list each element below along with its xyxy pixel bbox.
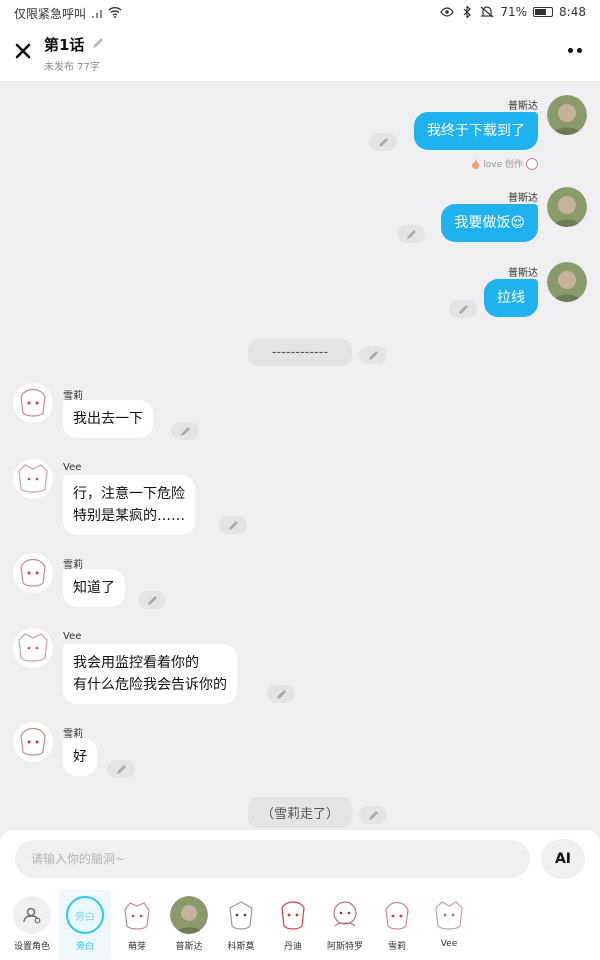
pencil-icon [368, 810, 378, 820]
pencil-icon [116, 764, 126, 774]
sender-name: Vee [63, 631, 82, 642]
edit-message-button[interactable] [449, 300, 477, 318]
eye-icon [440, 7, 455, 17]
avatar [378, 896, 416, 934]
avatar [274, 896, 312, 934]
message-bubble[interactable]: 我要做饭😌 [441, 204, 538, 242]
avatar [326, 896, 364, 934]
more-options-button[interactable] [568, 48, 586, 56]
avatar-pusida[interactable] [547, 187, 587, 227]
character-label: 雪莉 [387, 942, 406, 952]
edit-message-button[interactable] [359, 806, 387, 824]
avatar-xueli[interactable] [13, 553, 53, 593]
credit-text: love 创作 [483, 160, 523, 170]
edit-message-button[interactable] [397, 225, 425, 243]
pencil-icon [368, 350, 378, 360]
avatar [118, 896, 156, 934]
message-bubble[interactable]: 拉线 [484, 279, 538, 317]
character-label: Vee [440, 939, 458, 949]
avatar [430, 896, 468, 934]
edit-message-button[interactable] [171, 422, 199, 440]
message-bubble[interactable]: 我终于下载到了 [414, 112, 538, 150]
flame-icon [472, 158, 480, 169]
sender-name: 普斯达 [508, 193, 538, 204]
avatar-xueli[interactable] [13, 383, 53, 423]
avatar-vee[interactable] [13, 628, 53, 668]
character-dandi[interactable]: 丹迪 [267, 890, 319, 960]
composer-panel: AI 设置角色 旁白 旁白 萌芽 普斯达 科斯莫 丹迪 阿斯特罗 雪莉 Vee [0, 830, 600, 960]
edit-message-button[interactable] [219, 516, 247, 534]
no-signal-icon [91, 10, 102, 18]
character-mengya[interactable]: 萌芽 [111, 890, 163, 960]
character-label: 普斯达 [175, 942, 203, 952]
message-bubble[interactable]: 知道了 [63, 569, 125, 607]
sender-name: 普斯达 [508, 101, 538, 112]
mute-icon [480, 6, 494, 18]
page-subtitle: 未发布 77字 [44, 62, 100, 73]
edit-message-button[interactable] [138, 591, 166, 609]
avatar-pusida[interactable] [547, 95, 587, 135]
edit-message-button[interactable] [267, 685, 295, 703]
battery-icon [533, 7, 554, 17]
emergency-calls-text: 仅限紧急呼叫 [14, 7, 87, 21]
page-title: 第1话 [44, 36, 85, 54]
message-bubble[interactable]: 行，注意一下危险 特别是某疯的…… [63, 475, 195, 535]
edit-message-button[interactable] [107, 760, 135, 778]
character-label: 科斯莫 [227, 942, 255, 952]
edit-message-button[interactable] [359, 346, 387, 364]
narrator-avatar: 旁白 [66, 896, 104, 934]
pencil-icon [228, 520, 238, 530]
character-label: 萌芽 [127, 942, 146, 952]
character-pusida[interactable]: 普斯达 [163, 890, 215, 960]
avatar-vee[interactable] [13, 459, 53, 499]
character-xueli[interactable]: 雪莉 [371, 890, 423, 960]
message-line: 行，注意一下危险 [73, 486, 185, 502]
wifi-icon [108, 7, 122, 18]
character-narrator[interactable]: 旁白 旁白 [59, 890, 111, 960]
clock: 8:48 [559, 5, 586, 19]
avatar-pusida[interactable] [547, 262, 587, 302]
avatar [222, 896, 260, 934]
message-bubble[interactable]: 我会用监控看着你的 有什么危险我会告诉你的 [63, 644, 237, 704]
pencil-icon [180, 426, 190, 436]
message-line: 特别是某疯的…… [73, 508, 185, 524]
close-icon[interactable] [12, 40, 34, 62]
status-bar: 仅限紧急呼叫 71% 8:48 [0, 0, 600, 26]
message-line: 我会用监控看着你的 [73, 655, 199, 671]
pencil-icon [406, 229, 416, 239]
message-bubble[interactable]: 好 [63, 738, 97, 776]
chat-area: 普斯达 我终于下载到了 love 创作 普斯达 我要做饭😌 普斯达 拉线 ---… [0, 82, 600, 830]
avatar [170, 896, 208, 934]
ai-button[interactable]: AI [541, 839, 585, 879]
character-asiteluo[interactable]: 阿斯特罗 [319, 890, 371, 960]
character-label: 阿斯特罗 [326, 942, 363, 952]
character-kesimo[interactable]: 科斯莫 [215, 890, 267, 960]
header: 第1话 未发布 77字 [0, 26, 600, 82]
pencil-icon [378, 137, 388, 147]
pencil-icon [276, 689, 286, 699]
narration-bubble[interactable]: ------------ [248, 339, 352, 366]
edit-title-icon[interactable] [91, 36, 105, 50]
character-label: 丹迪 [283, 942, 302, 952]
pencil-icon [458, 304, 468, 314]
narration-bubble[interactable]: （雪莉走了） [248, 797, 352, 828]
message-bubble[interactable]: 我出去一下 [63, 400, 153, 438]
sender-name: Vee [63, 462, 82, 473]
creator-credit: love 创作 [471, 157, 538, 170]
story-input[interactable] [15, 840, 530, 878]
character-setup[interactable]: 设置角色 [6, 890, 58, 960]
avatar-xueli[interactable] [13, 722, 53, 762]
edit-message-button[interactable] [369, 133, 397, 151]
character-vee[interactable]: Vee [423, 890, 475, 960]
character-label: 旁白 [75, 942, 94, 952]
creator-avatar-icon [526, 157, 538, 170]
pencil-icon [147, 595, 157, 605]
character-label: 设置角色 [13, 942, 50, 952]
bluetooth-icon [463, 6, 472, 18]
add-user-icon [13, 896, 51, 934]
sender-name: 普斯达 [508, 268, 538, 279]
message-line: 有什么危险我会告诉你的 [73, 677, 227, 693]
battery-percent: 71% [500, 5, 528, 19]
